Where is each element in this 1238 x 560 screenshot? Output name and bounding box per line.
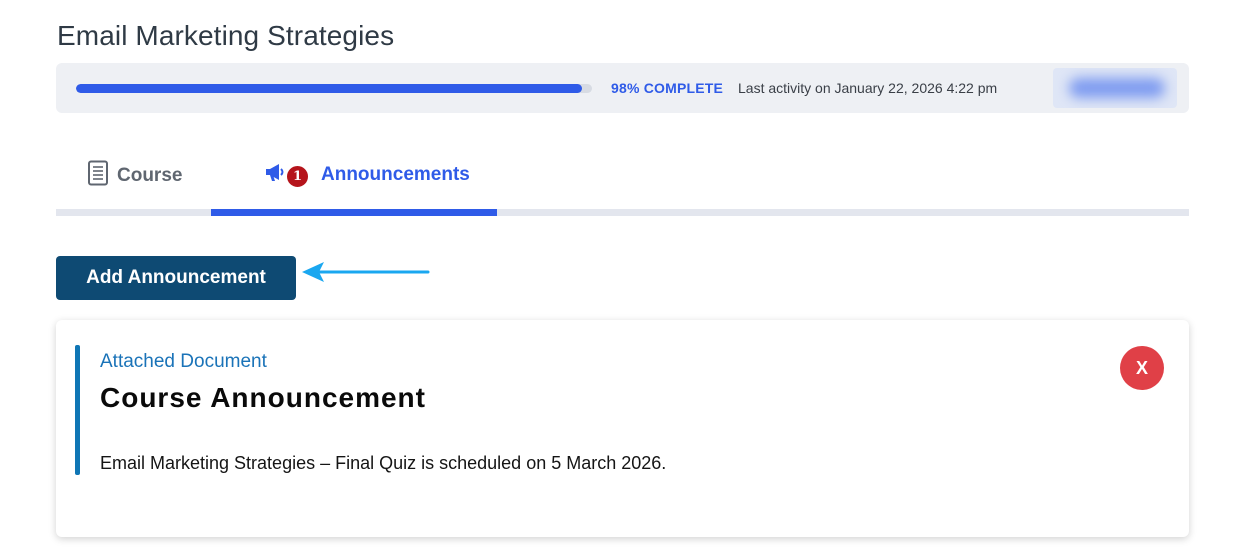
tab-course[interactable]: Course — [87, 160, 182, 192]
progress-bar — [76, 84, 592, 93]
tab-announcements-label: Announcements — [321, 164, 470, 185]
page-title: Email Marketing Strategies — [57, 20, 395, 51]
progress-percent-label: 98% COMPLETE — [611, 80, 724, 96]
announcement-card: Attached Document Course Announcement Em… — [56, 320, 1189, 537]
tab-bar: Course 1 Announcements — [56, 148, 1189, 216]
notification-badge: 1 — [286, 164, 309, 188]
add-announcement-button[interactable]: Add Announcement — [56, 256, 296, 300]
arrow-pointer-icon — [302, 262, 430, 282]
progress-bar-fill — [76, 84, 582, 93]
document-icon — [87, 160, 109, 192]
tab-announcements[interactable]: 1 Announcements — [264, 160, 470, 190]
blurred-action-button[interactable] — [1053, 68, 1177, 108]
announcement-body: Email Marketing Strategies – Final Quiz … — [100, 453, 667, 473]
card-accent-bar — [75, 345, 80, 475]
tab-active-indicator — [211, 209, 497, 216]
close-announcement-button[interactable]: X — [1120, 346, 1164, 390]
attached-document-link[interactable]: Attached Document — [100, 351, 267, 373]
announcement-title: Course Announcement — [100, 382, 426, 413]
tab-course-label: Course — [117, 165, 183, 186]
progress-panel: 98% COMPLETE Last activity on January 22… — [56, 63, 1189, 113]
last-activity-text: Last activity on January 22, 2026 4:22 p… — [738, 80, 998, 96]
